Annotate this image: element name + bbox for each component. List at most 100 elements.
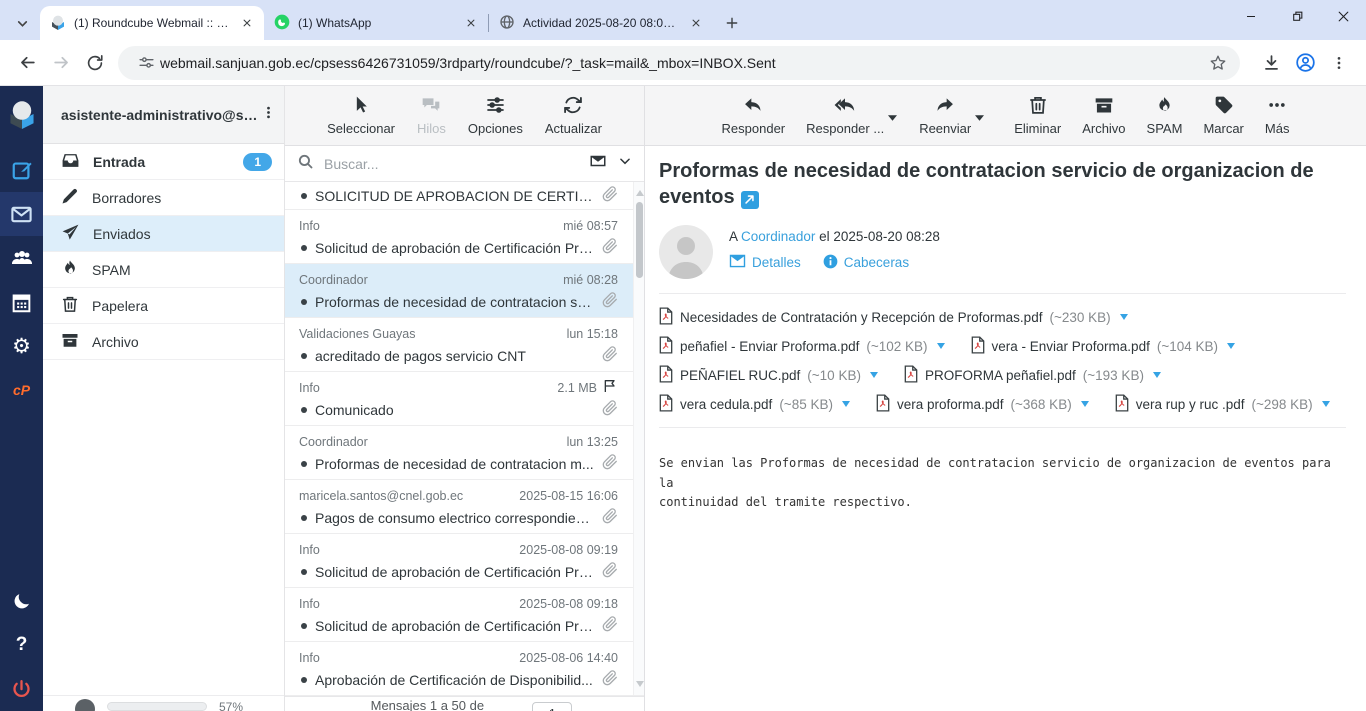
delete-button[interactable]: Eliminar <box>1010 95 1065 136</box>
reload-button[interactable] <box>78 46 112 80</box>
forward-dropdown-caret[interactable] <box>975 109 984 124</box>
cpanel-icon[interactable]: cP <box>0 368 43 412</box>
tab-whatsapp[interactable]: (1) WhatsApp <box>264 6 488 40</box>
forward-button[interactable] <box>44 46 78 80</box>
tab-roundcube[interactable]: (1) Roundcube Webmail :: Envia <box>40 6 264 40</box>
contacts-icon[interactable] <box>0 236 43 280</box>
unread-dot <box>301 299 307 305</box>
headers-link[interactable]: Cabeceras <box>823 254 909 272</box>
message-row[interactable]: maricela.santos@cnel.gob.ec2025-08-15 16… <box>285 480 644 534</box>
reply-all-button[interactable]: Responder ... <box>802 95 888 136</box>
browser-urlbar: webmail.sanjuan.gob.ec/cpsess6426731059/… <box>0 40 1366 86</box>
list-scrollbar[interactable] <box>633 182 644 695</box>
attachment-menu-caret[interactable] <box>1153 372 1161 378</box>
attachment-menu-caret[interactable] <box>1081 401 1089 407</box>
quota-indicator: 57% <box>43 695 284 711</box>
threads-bubbles-icon <box>420 95 442 118</box>
message-row[interactable]: Coordinadorlun 13:25 Proformas de necesi… <box>285 426 644 480</box>
folder-item-papelera[interactable]: Papelera <box>43 288 284 324</box>
search-input[interactable] <box>324 156 578 172</box>
attachment-menu-caret[interactable] <box>870 372 878 378</box>
attachment-chip[interactable]: vera rup y ruc .pdf (~298 KB) <box>1115 394 1330 415</box>
scroll-down-arrow[interactable] <box>636 681 644 687</box>
folder-item-spam[interactable]: SPAM <box>43 252 284 288</box>
message-row[interactable]: Validaciones Guayaslun 15:18 acreditado … <box>285 318 644 372</box>
mail-icon[interactable] <box>0 192 43 236</box>
message-row[interactable]: Info 2.1 MB Comunicado <box>285 372 644 426</box>
account-email: asistente-administrativo@sa... <box>61 107 261 123</box>
attachment-menu-caret[interactable] <box>842 401 850 407</box>
first-page-icon[interactable]: « <box>285 706 311 711</box>
attachment-menu-caret[interactable] <box>937 343 945 349</box>
select-button[interactable]: Seleccionar <box>321 95 401 136</box>
threads-button[interactable]: Hilos <box>411 95 452 136</box>
more-button[interactable]: Más <box>1261 95 1294 136</box>
scroll-up-arrow[interactable] <box>636 190 644 196</box>
prev-page-icon[interactable]: ‹ <box>321 706 347 711</box>
forward-button[interactable]: Reenviar <box>915 95 975 136</box>
tab-actividad[interactable]: Actividad 2025-08-20 08:00:00 <box>489 6 713 40</box>
recipient-link[interactable]: Coordinador <box>741 229 815 244</box>
last-page-icon[interactable]: » <box>618 706 644 711</box>
details-link[interactable]: Detalles <box>729 254 801 272</box>
open-external-icon[interactable] <box>741 191 759 209</box>
omnibox[interactable]: webmail.sanjuan.gob.ec/cpsess6426731059/… <box>118 46 1240 80</box>
attachment-chip[interactable]: vera - Enviar Proforma.pdf (~104 KB) <box>971 336 1235 357</box>
attachment-chip[interactable]: vera cedula.pdf (~85 KB) <box>659 394 850 415</box>
search-scope-mail-icon[interactable] <box>588 152 608 175</box>
refresh-button[interactable]: Actualizar <box>539 95 608 136</box>
next-page-icon[interactable]: › <box>582 706 608 711</box>
folder-item-borradores[interactable]: Borradores <box>43 180 284 216</box>
new-tab-button[interactable] <box>719 10 745 36</box>
browser-menu-kebab-icon[interactable] <box>1322 46 1356 80</box>
options-button[interactable]: Opciones <box>462 95 529 136</box>
spam-button[interactable]: SPAM <box>1143 95 1187 136</box>
attachment-chip[interactable]: peñafiel - Enviar Proforma.pdf (~102 KB) <box>659 336 945 357</box>
folder-item-enviados[interactable]: Enviados <box>43 216 284 252</box>
message-row[interactable]: SOLICITUD DE APROBACION DE CERTIFICA... <box>285 182 644 210</box>
tab-close-icon[interactable] <box>462 14 480 32</box>
message-row[interactable]: Infomié 08:57 Solicitud de aprobación de… <box>285 210 644 264</box>
message-row[interactable]: Info2025-08-08 09:18 Solicitud de aproba… <box>285 588 644 642</box>
logout-power-icon[interactable] <box>0 667 43 711</box>
dark-mode-moon-icon[interactable] <box>0 579 43 623</box>
search-options-chevron-icon[interactable] <box>618 154 632 173</box>
message-row[interactable]: Info2025-08-06 14:40 Aprobación de Certi… <box>285 642 644 696</box>
message-row-selected[interactable]: Coordinadormié 08:28 Proformas de necesi… <box>285 264 644 318</box>
attachment-chip[interactable]: vera proforma.pdf (~368 KB) <box>876 394 1089 415</box>
page-number-input[interactable] <box>532 702 572 711</box>
attachment-menu-caret[interactable] <box>1322 401 1330 407</box>
url-text[interactable]: webmail.sanjuan.gob.ec/cpsess6426731059/… <box>160 55 1204 71</box>
tab-close-icon[interactable] <box>238 14 256 32</box>
folder-item-archivo[interactable]: Archivo <box>43 324 284 360</box>
reply-button[interactable]: Responder <box>718 95 790 136</box>
attachment-menu-caret[interactable] <box>1227 343 1235 349</box>
restore-button[interactable] <box>1274 0 1320 32</box>
tab-search-chevron-icon[interactable] <box>8 6 36 40</box>
fire-icon <box>1155 95 1174 118</box>
minimize-button[interactable] <box>1228 0 1274 32</box>
mark-button[interactable]: Marcar <box>1199 95 1247 136</box>
help-icon[interactable]: ? <box>0 623 43 667</box>
close-window-button[interactable] <box>1320 0 1366 32</box>
tab-close-icon[interactable] <box>687 14 705 32</box>
compose-icon[interactable] <box>0 148 43 192</box>
calendar-icon[interactable] <box>0 280 43 324</box>
downloads-icon[interactable] <box>1254 46 1288 80</box>
back-button[interactable] <box>10 46 44 80</box>
site-settings-icon[interactable] <box>132 49 160 77</box>
settings-gear-icon[interactable]: ⚙ <box>0 324 43 368</box>
archive-button[interactable]: Archivo <box>1078 95 1129 136</box>
reply-all-dropdown-caret[interactable] <box>888 109 897 124</box>
folder-item-entrada[interactable]: Entrada 1 <box>43 144 284 180</box>
attachment-chip[interactable]: PEÑAFIEL RUC.pdf (~10 KB) <box>659 365 878 386</box>
attachment-chip[interactable]: Necesidades de Contratación y Recepción … <box>659 307 1128 328</box>
pdf-file-icon <box>659 307 673 328</box>
bookmark-star-icon[interactable] <box>1204 49 1232 77</box>
scrollbar-thumb[interactable] <box>636 202 643 278</box>
profile-avatar[interactable] <box>1288 46 1322 80</box>
attachment-menu-caret[interactable] <box>1120 314 1128 320</box>
account-menu-kebab-icon[interactable] <box>261 105 276 125</box>
message-row[interactable]: Info2025-08-08 09:19 Solicitud de aproba… <box>285 534 644 588</box>
attachment-chip[interactable]: PROFORMA peñafiel.pdf (~193 KB) <box>904 365 1161 386</box>
